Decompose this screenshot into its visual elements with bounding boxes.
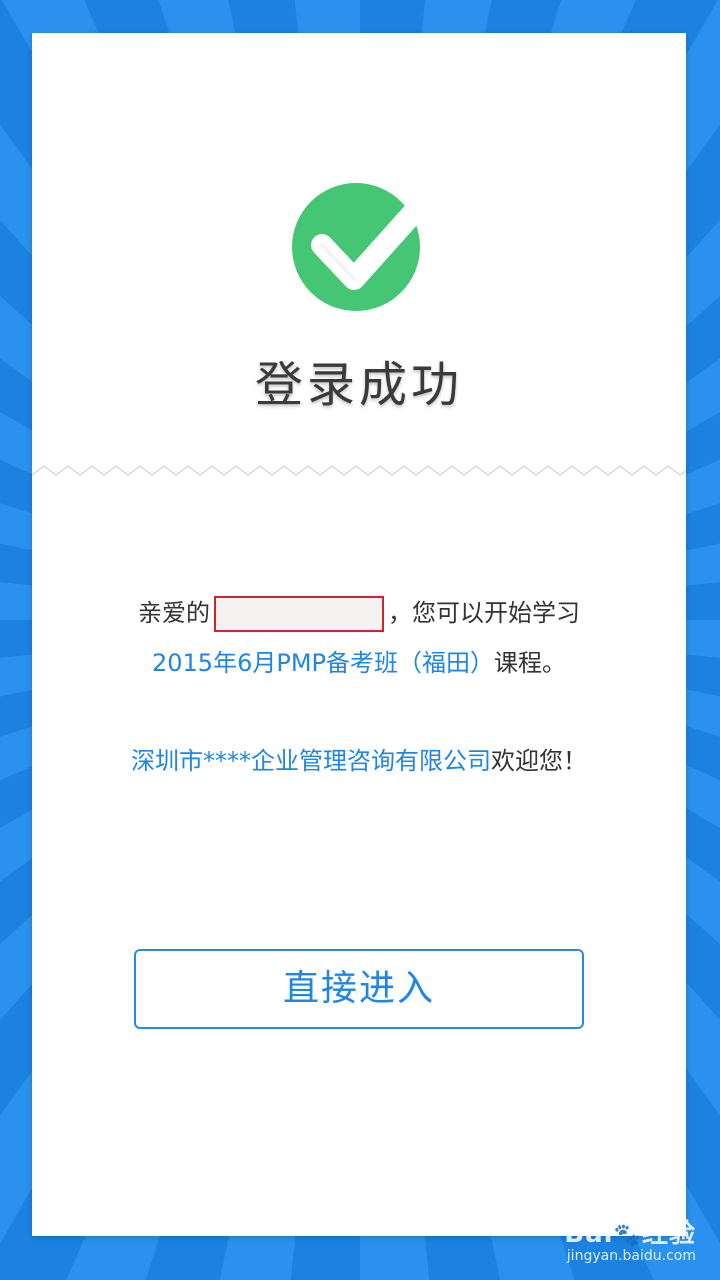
watermark-logo: Bai🐾经验: [536, 1213, 696, 1250]
company-name: 深圳市****企业管理咨询有限公司: [131, 747, 491, 775]
torn-edge-divider: [32, 465, 686, 476]
welcome-line: 深圳市****企业管理咨询有限公司欢迎您！: [32, 741, 686, 776]
baidu-jingyan-watermark: Bai🐾经验 jingyan.baidu.com: [536, 1213, 696, 1264]
watermark-logo-text: Bai: [564, 1219, 614, 1249]
course-suffix: 课程。: [494, 649, 566, 677]
greeting-line: 亲爱的 ，您可以开始学习: [32, 593, 686, 632]
paw-icon: 🐾: [613, 1223, 642, 1248]
checkmark-success-icon: [292, 183, 433, 311]
course-line: 2015年6月PMP备考班（福田）课程。: [32, 643, 686, 678]
greeting-suffix: ，您可以开始学习: [388, 599, 580, 627]
enter-directly-button[interactable]: 直接进入: [134, 949, 584, 1029]
welcome-suffix: 欢迎您！: [491, 747, 587, 775]
course-name: 2015年6月PMP备考班（福田）: [152, 649, 494, 677]
watermark-logo-text2: 经验: [641, 1219, 696, 1249]
page-title: 登录成功: [254, 357, 463, 413]
redacted-username: [214, 596, 384, 632]
watermark-url: jingyan.baidu.com: [566, 1248, 696, 1264]
greeting-prefix: 亲爱的: [138, 599, 210, 627]
login-success-card: 登录成功 亲爱的 ，您可以开始学习 2015年6月PMP备考班（福田）课程。 深圳…: [32, 33, 686, 1236]
